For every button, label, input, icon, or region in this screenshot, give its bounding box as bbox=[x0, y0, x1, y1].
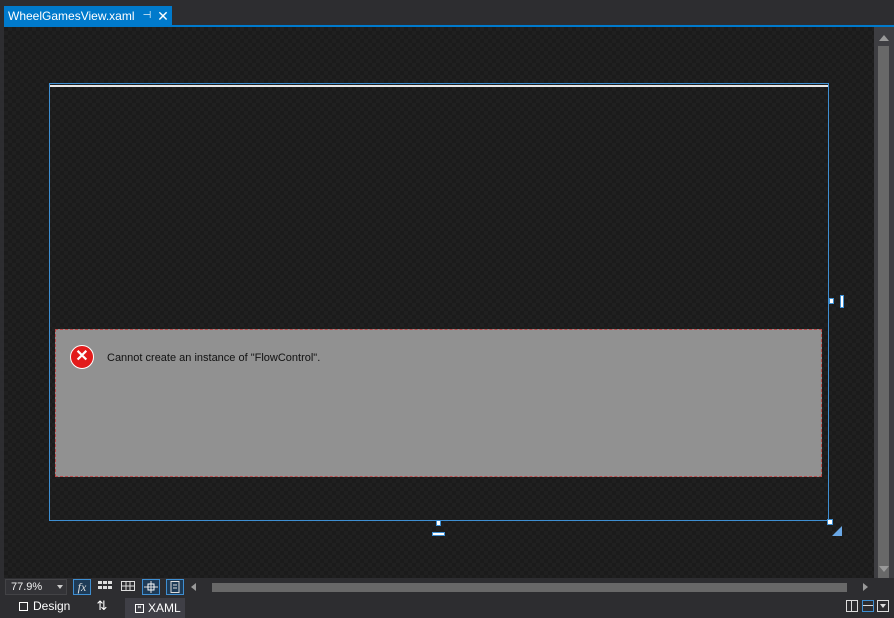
vertical-split-icon bbox=[851, 601, 852, 611]
pin-icon[interactable]: ⊣ bbox=[140, 9, 154, 23]
error-message: Cannot create an instance of "FlowContro… bbox=[107, 352, 321, 364]
fx-icon: fx bbox=[77, 580, 87, 594]
column-adorner-handle[interactable] bbox=[432, 532, 445, 536]
horizontal-scroll-thumb[interactable] bbox=[212, 583, 847, 592]
row-adorner-handle[interactable] bbox=[840, 295, 844, 308]
tab-design-label: Design bbox=[33, 599, 71, 613]
horizontal-split-button[interactable] bbox=[862, 600, 874, 612]
vertical-scrollbar[interactable] bbox=[874, 27, 894, 587]
scroll-left-icon[interactable] bbox=[191, 583, 196, 591]
code-icon bbox=[170, 581, 180, 593]
scroll-down-icon[interactable] bbox=[879, 566, 889, 572]
close-icon[interactable]: ✕ bbox=[156, 9, 170, 23]
scroll-up-icon[interactable] bbox=[879, 35, 889, 41]
resize-handle-right[interactable] bbox=[829, 298, 834, 304]
resize-grip-icon[interactable] bbox=[832, 526, 842, 536]
resize-handle-corner[interactable] bbox=[827, 519, 833, 525]
scroll-right-icon[interactable] bbox=[863, 583, 868, 591]
snaplines-icon bbox=[144, 581, 158, 593]
effects-toggle-button[interactable]: fx bbox=[73, 579, 91, 595]
artboard-top-edge bbox=[50, 85, 828, 87]
document-tab-title: WheelGamesView.xaml bbox=[8, 9, 135, 23]
tab-xaml[interactable]: ⌗ XAML bbox=[125, 598, 185, 618]
grid-icon bbox=[98, 581, 112, 589]
zoom-dropdown[interactable]: 77.9% bbox=[5, 579, 67, 595]
view-tab-bar: Design ⇅ ⌗ XAML bbox=[0, 596, 894, 618]
document-tab-bar: WheelGamesView.xaml ⊣ ✕ bbox=[0, 0, 894, 26]
document-tab[interactable]: WheelGamesView.xaml ⊣ ✕ bbox=[4, 6, 172, 26]
collapse-pane-button[interactable] bbox=[877, 600, 889, 612]
swap-icon: ⇅ bbox=[96, 598, 108, 613]
design-view-icon bbox=[19, 601, 28, 611]
vertical-scroll-thumb[interactable] bbox=[878, 46, 889, 587]
xaml-view-icon: ⌗ bbox=[135, 603, 144, 613]
error-placeholder: ✕ Cannot create an instance of "FlowCont… bbox=[55, 329, 822, 477]
tab-design[interactable]: Design bbox=[10, 596, 84, 616]
snap-gridlines-button[interactable] bbox=[119, 579, 137, 595]
chevron-down-icon[interactable] bbox=[57, 585, 63, 589]
grid-toggle-button[interactable] bbox=[96, 579, 114, 595]
zoom-value: 77.9% bbox=[11, 581, 43, 593]
horizontal-split-icon bbox=[863, 605, 873, 606]
tab-xaml-label: XAML bbox=[148, 601, 181, 615]
swap-panes-button[interactable]: ⇅ bbox=[95, 597, 109, 615]
resize-handle-bottom[interactable] bbox=[436, 520, 441, 526]
snap-snaplines-button[interactable] bbox=[142, 579, 160, 595]
collapse-pane-icon bbox=[880, 604, 886, 608]
error-x-icon: ✕ bbox=[70, 345, 94, 369]
vertical-split-button[interactable] bbox=[846, 600, 858, 612]
project-code-button[interactable] bbox=[166, 579, 184, 595]
snap-grid-icon bbox=[121, 581, 135, 591]
